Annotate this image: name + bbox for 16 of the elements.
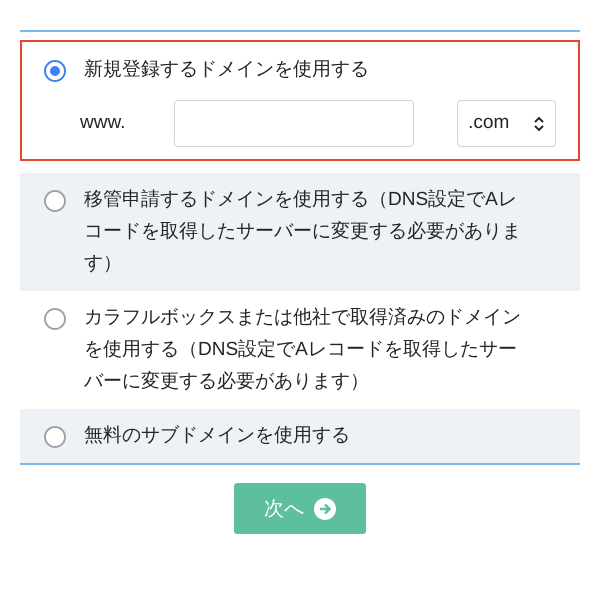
radio-button[interactable]: [44, 426, 66, 448]
arrow-circle-icon: [314, 498, 336, 520]
option-label: 新規登録するドメインを使用する: [84, 58, 370, 82]
www-prefix: www.: [80, 111, 126, 136]
radio-button[interactable]: [44, 308, 66, 330]
tld-select[interactable]: .com: [457, 100, 556, 147]
option-label: 移管申請するドメインを使用する（DNS設定でAレコードを取得したサーバーに変更する必要があります）: [84, 188, 522, 276]
chevron-up-down-icon: [533, 116, 545, 132]
option-label: カラフルボックスまたは他社で取得済みのドメインを使用する（DNS設定でAレコードを取得したサーバーに変更する必要があります）: [84, 306, 522, 394]
option-row[interactable]: 移管申請するドメインを使用する（DNS設定でAレコードを取得したサーバーに変更する必要があります）: [20, 173, 580, 291]
domain-input[interactable]: [174, 100, 414, 147]
radio-button[interactable]: [44, 190, 66, 212]
radio-button[interactable]: [44, 60, 66, 82]
option-row[interactable]: 新規登録するドメインを使用する www. .com: [20, 40, 580, 161]
option-row[interactable]: 無料のサブドメインを使用する: [20, 409, 580, 463]
option-label: 無料のサブドメインを使用する: [84, 424, 351, 448]
